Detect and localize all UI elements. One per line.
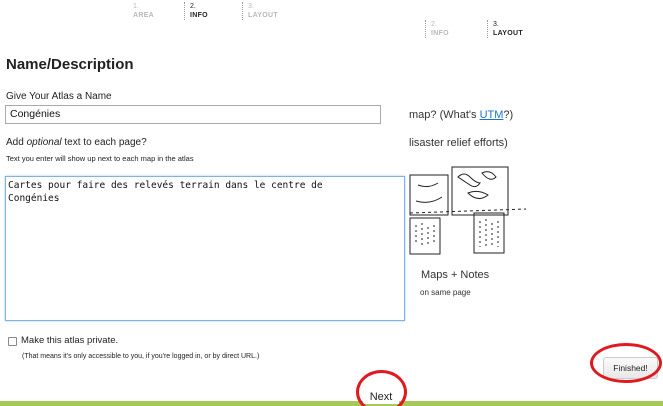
private-label[interactable]: Make this atlas private. [21,335,118,346]
step-layout-right[interactable]: 3. LAYOUT [487,20,537,38]
atlas-name-input[interactable]: Congénies [5,105,381,124]
relief-text: lisaster relief efforts) [409,137,508,149]
finished-highlight-ring [590,343,662,383]
next-highlight-ring [356,370,407,406]
page-text-textarea[interactable]: Cartes pour faire des relevés terrain da… [5,176,405,321]
step-area[interactable]: 1. AREA [128,2,178,20]
utm-question: map? (What's UTM?) [409,109,514,121]
step-layout[interactable]: 3. LAYOUT [242,2,292,20]
step-info-right[interactable]: 2. INFO [425,20,475,38]
utm-link[interactable]: UTM [480,109,504,121]
private-note: (That means it's only accessible to you,… [22,353,260,360]
name-label: Give Your Atlas a Name [6,91,112,102]
private-checkbox[interactable] [8,337,17,346]
maps-notes-title: Maps + Notes [421,269,490,281]
maps-notes-sketch [409,166,527,255]
step-info[interactable]: 2. INFO [184,2,234,20]
text-label: Add optional text to each page? [6,137,147,148]
text-hint: Text you enter will show up next to each… [6,154,194,163]
bottom-bar [0,401,663,406]
maps-notes-sub: on same page [420,288,471,297]
page-title: Name/Description [6,56,134,73]
